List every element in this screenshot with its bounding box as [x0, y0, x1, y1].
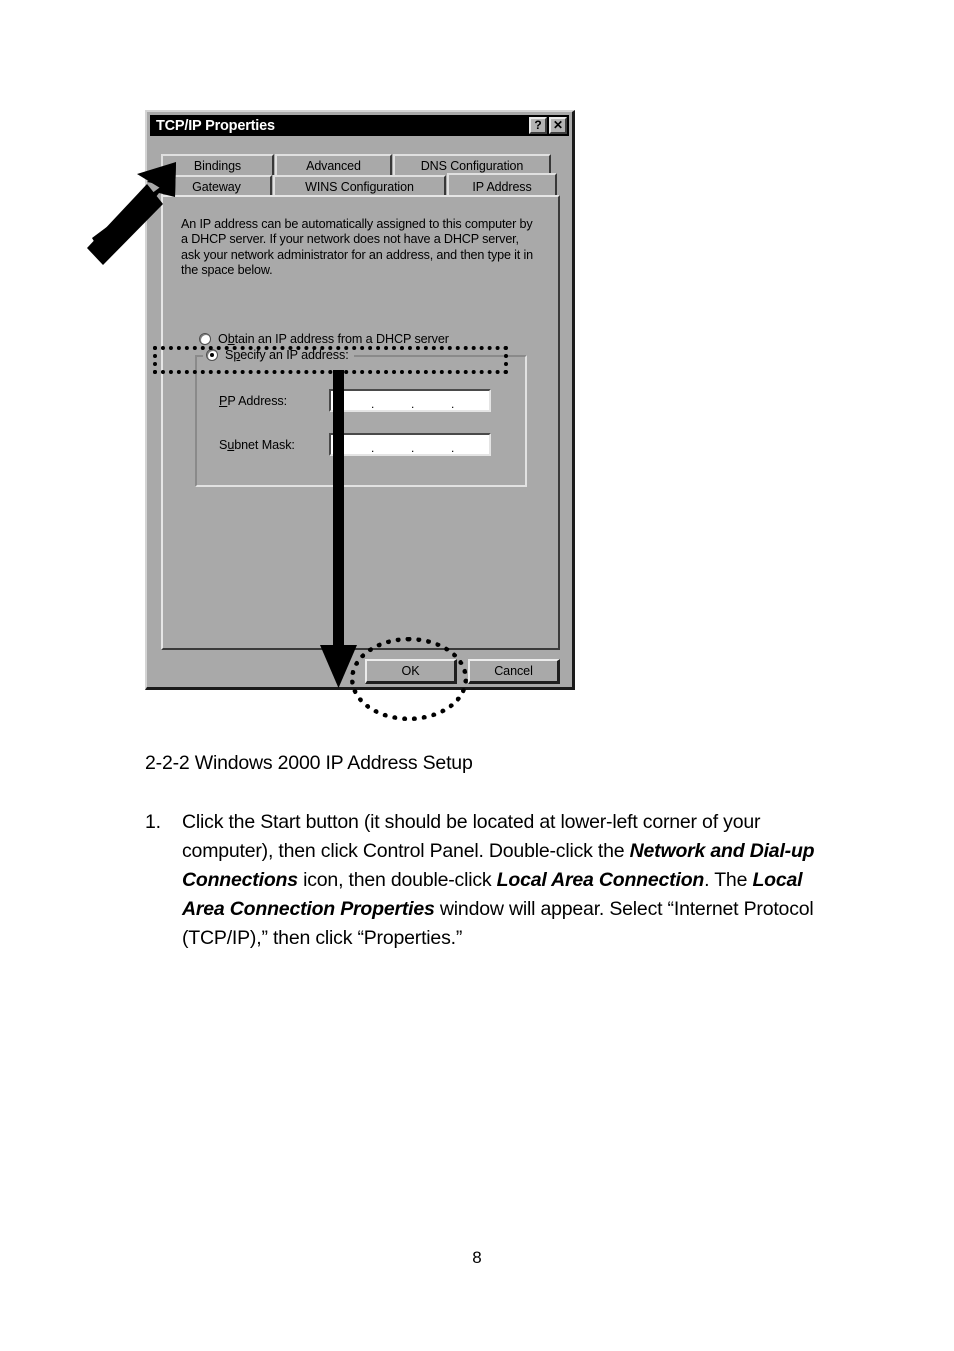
ip-octet-3[interactable]: [410, 391, 450, 410]
tab-gateway[interactable]: Gateway: [161, 175, 272, 196]
dialog-titlebar: TCP/IP Properties ? ✕: [150, 115, 569, 136]
tcpip-properties-dialog: TCP/IP Properties ? ✕ Bindings Advanced …: [145, 110, 575, 690]
tab-row-lower: Gateway WINS Configuration IP Address: [161, 173, 558, 197]
ip-address-label: PP Address:: [219, 393, 287, 408]
tab-wins-configuration[interactable]: WINS Configuration: [273, 175, 446, 196]
subnet-octet-3[interactable]: [410, 435, 450, 454]
dialog-title: TCP/IP Properties: [156, 117, 275, 134]
tab-ip-address[interactable]: IP Address: [447, 173, 557, 197]
panel-description: An IP address can be automatically assig…: [181, 217, 534, 278]
list-item-text: Click the Start button (it should be loc…: [182, 811, 815, 949]
radio-specify-ip-label: Specify an IP address:: [225, 348, 349, 362]
radio-specify-ip-indicator[interactable]: [206, 349, 218, 361]
specify-ip-groupbox: Specify an IP address: PP Address: . . .: [195, 348, 527, 487]
radio-obtain-dhcp-label: Obtain an IP address from a DHCP server: [218, 332, 449, 346]
subnet-mask-label: Subnet Mask:: [219, 437, 295, 452]
subnet-octet-4[interactable]: [450, 435, 490, 454]
ip-address-panel: An IP address can be automatically assig…: [161, 195, 560, 650]
list-item: 1. Click the Start button (it should be …: [145, 808, 835, 953]
subnet-mask-field[interactable]: . . .: [329, 433, 491, 456]
radio-obtain-dhcp[interactable]: Obtain an IP address from a DHCP server: [199, 332, 449, 346]
ok-button[interactable]: OK: [365, 658, 457, 684]
section-heading: 2-2-2 Windows 2000 IP Address Setup: [145, 752, 473, 774]
tab-advanced[interactable]: Advanced: [275, 154, 392, 175]
help-button[interactable]: ?: [529, 117, 547, 134]
close-button[interactable]: ✕: [549, 117, 567, 134]
subnet-mask-row: Subnet Mask: . . .: [219, 433, 491, 456]
radio-specify-ip[interactable]: Specify an IP address:: [203, 348, 354, 362]
subnet-octet-1[interactable]: [331, 435, 371, 454]
instruction-list: 1. Click the Start button (it should be …: [145, 808, 835, 953]
tab-dns-configuration[interactable]: DNS Configuration: [393, 154, 551, 175]
ip-address-field[interactable]: . . .: [329, 389, 491, 412]
radio-obtain-dhcp-indicator[interactable]: [199, 333, 211, 345]
page-number: 8: [472, 1248, 482, 1267]
tcpip-properties-figure: TCP/IP Properties ? ✕ Bindings Advanced …: [87, 110, 575, 721]
list-item-number: 1.: [145, 811, 161, 833]
cancel-button[interactable]: Cancel: [468, 658, 560, 684]
tab-row-upper: Bindings Advanced DNS Configuration: [161, 154, 552, 175]
ip-octet-2[interactable]: [371, 391, 411, 410]
ip-octet-1[interactable]: [331, 391, 371, 410]
ip-address-row: PP Address: . . .: [219, 389, 491, 412]
dialog-button-bar: OK Cancel: [161, 656, 560, 686]
ip-octet-4[interactable]: [450, 391, 490, 410]
subnet-octet-2[interactable]: [371, 435, 411, 454]
tab-bindings[interactable]: Bindings: [161, 154, 274, 175]
